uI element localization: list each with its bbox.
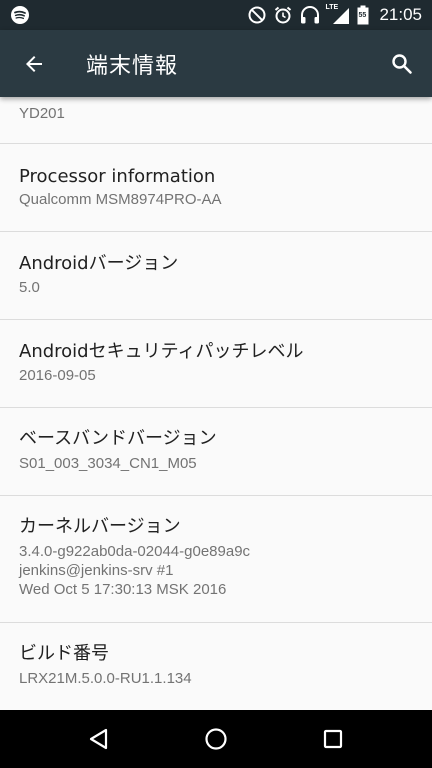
item-title: Androidバージョン: [19, 253, 179, 274]
item-summary: 5.0: [19, 279, 40, 296]
recents-square-icon: [322, 728, 344, 750]
list-item-security-patch[interactable]: Androidセキュリティパッチレベル 2016-09-05: [0, 320, 432, 408]
arrow-back-icon: [22, 52, 46, 76]
list-item-android-version[interactable]: Androidバージョン 5.0: [0, 232, 432, 320]
alarm-icon: [273, 5, 293, 25]
item-summary-line-3: Wed Oct 5 17:30:13 MSK 2016: [19, 581, 227, 598]
list-item-baseband[interactable]: ベースバンドバージョン S01_003_3034_CN1_M05: [0, 408, 432, 496]
item-summary: YD201: [19, 105, 65, 122]
lte-label: LTE: [325, 4, 339, 11]
home-circle-icon: [204, 727, 228, 751]
status-right: LTE 55 21:05: [247, 4, 422, 25]
battery-icon: 55: [357, 5, 369, 25]
item-title: Androidセキュリティパッチレベル: [19, 341, 304, 362]
list-item-processor[interactable]: Processor information Qualcomm MSM8974PR…: [0, 144, 432, 232]
nav-recents-button[interactable]: [293, 710, 373, 768]
page-title: 端末情報: [86, 53, 179, 79]
app-bar: 端末情報: [0, 30, 432, 97]
spotify-icon: [10, 5, 30, 25]
item-title: Processor information: [19, 166, 216, 187]
list-item-model[interactable]: YD201: [0, 97, 432, 144]
item-summary: S01_003_3034_CN1_M05: [19, 455, 197, 472]
item-title: ベースバンドバージョン: [19, 428, 217, 449]
lte-signal-icon: LTE: [325, 4, 351, 25]
settings-list: YD201 Processor information Qualcomm MSM…: [0, 97, 432, 710]
status-time: 21:05: [379, 5, 422, 24]
item-summary: LRX21M.5.0.0-RU1.1.134: [19, 670, 192, 687]
nav-back-button[interactable]: [59, 710, 139, 768]
list-item-kernel[interactable]: カーネルバージョン 3.4.0-g922ab0da-02044-g0e89a9c…: [0, 496, 432, 623]
item-summary: Qualcomm MSM8974PRO-AA: [19, 191, 222, 208]
headphones-icon: [299, 5, 321, 25]
status-left: [10, 5, 30, 25]
battery-level: 55: [358, 12, 367, 19]
back-button[interactable]: [0, 30, 68, 97]
back-triangle-icon: [88, 727, 110, 751]
item-summary-line-2: jenkins@jenkins-srv #1: [19, 562, 174, 579]
nav-home-button[interactable]: [176, 710, 256, 768]
search-icon: [390, 52, 414, 76]
item-summary-line-1: 3.4.0-g922ab0da-02044-g0e89a9c: [19, 543, 251, 560]
do-not-disturb-icon: [247, 5, 267, 25]
item-title: ビルド番号: [19, 643, 109, 664]
item-summary: 2016-09-05: [19, 367, 96, 384]
search-button[interactable]: [372, 30, 432, 97]
navigation-bar: [0, 710, 432, 768]
status-bar: LTE 55 21:05: [0, 0, 432, 30]
item-title: カーネルバージョン: [19, 516, 181, 537]
list-item-build-number[interactable]: ビルド番号 LRX21M.5.0.0-RU1.1.134: [0, 623, 432, 710]
